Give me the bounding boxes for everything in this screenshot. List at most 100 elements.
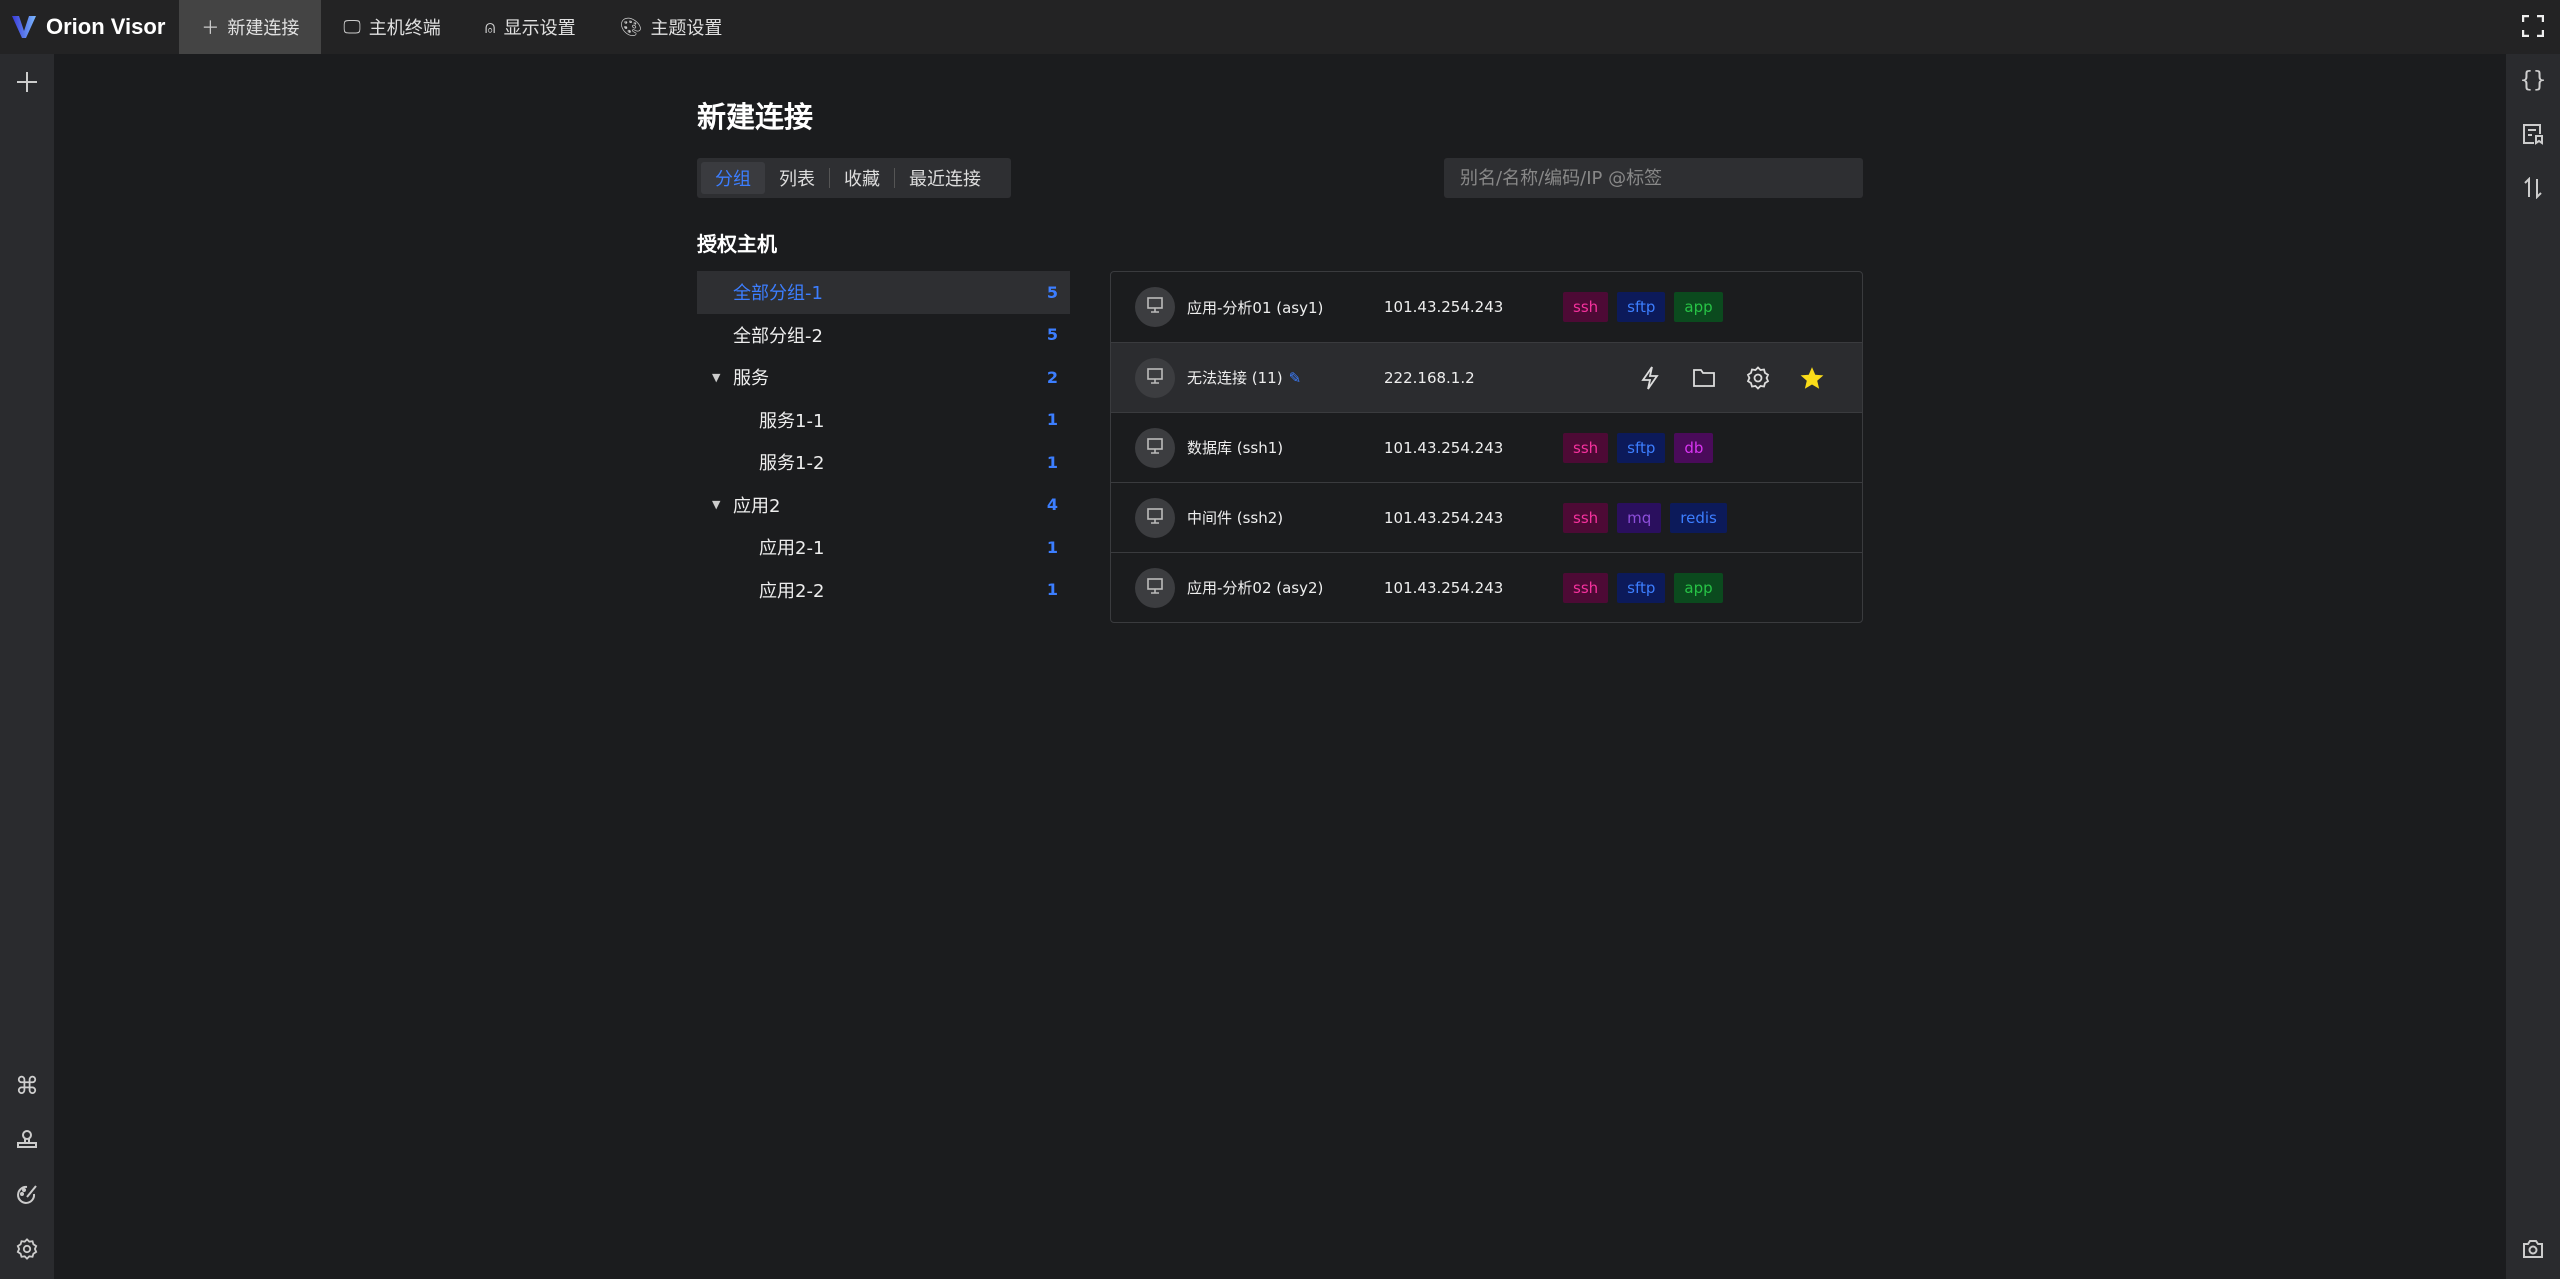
tree-node[interactable]: 服务1-2 1	[697, 441, 1070, 484]
host-ip: 101.43.254.243	[1384, 298, 1504, 316]
host-name: 中间件 (ssh2)	[1187, 507, 1283, 528]
command-icon[interactable]: ⌘	[13, 1072, 41, 1100]
fullscreen-icon[interactable]	[2522, 15, 2544, 37]
left-sidebar: ⌘	[0, 54, 54, 1279]
tree-node-count: 1	[1046, 580, 1058, 600]
path-bookmark-icon[interactable]	[2519, 120, 2547, 148]
settings-icon[interactable]	[13, 1235, 41, 1263]
host-avatar	[1135, 427, 1175, 468]
host-ip: 101.43.254.243	[1384, 438, 1504, 457]
caret-down-icon[interactable]: ▼	[712, 371, 720, 384]
host-name: 应用-分析01 (asy1)	[1187, 297, 1323, 318]
tag: ssh	[1563, 572, 1609, 603]
tree-node[interactable]: ▼ 应用2 4	[697, 484, 1070, 527]
palette-icon[interactable]	[13, 1181, 41, 1209]
desktop-icon	[1146, 437, 1164, 459]
right-sidebar: {}	[2506, 54, 2560, 1279]
add-icon[interactable]	[13, 68, 41, 96]
host-actions	[1636, 364, 1826, 392]
host-tags: ssh mq redis	[1563, 502, 1727, 533]
palette-icon: 🎨︎	[619, 16, 643, 38]
tab-display-settings[interactable]: ⍝ 显示设置	[463, 0, 598, 54]
view-tabs: 分组 列表 收藏 最近连接	[697, 158, 1011, 198]
tree-node-label: 全部分组-1	[733, 283, 823, 305]
host-tags: ssh sftp app	[1563, 572, 1723, 603]
page-title: 新建连接	[697, 100, 814, 134]
host-row[interactable]: 应用-分析02 (asy2) 101.43.254.243 ssh sftp app	[1111, 552, 1862, 622]
tag: db	[1674, 432, 1714, 463]
tree-node-label: 全部分组-2	[733, 325, 823, 347]
star-icon[interactable]	[1798, 364, 1826, 392]
tab-theme-settings[interactable]: 🎨︎ 主题设置	[598, 0, 745, 54]
tag: sftp	[1617, 292, 1666, 322]
section-title: 授权主机	[697, 232, 777, 256]
tree-node-label: 应用2-2	[759, 580, 825, 602]
transfer-icon[interactable]	[2519, 174, 2547, 202]
tree-node[interactable]: 全部分组-1 5	[697, 271, 1070, 314]
host-name-text: 应用-分析02 (asy2)	[1187, 579, 1324, 597]
tree-node-label: 服务1-1	[759, 410, 825, 432]
tree-node-label: 应用2-1	[759, 538, 825, 560]
logo-icon	[12, 16, 36, 38]
tree-node[interactable]: 服务1-1 1	[697, 399, 1070, 442]
tag: sftp	[1617, 572, 1666, 603]
tab-list[interactable]: 列表	[765, 162, 829, 194]
search-input[interactable]	[1444, 158, 1863, 198]
host-avatar	[1135, 357, 1175, 398]
desktop-icon: 🖵	[343, 16, 361, 38]
desktop-icon	[1146, 577, 1164, 599]
host-list: 应用-分析01 (asy1) 101.43.254.243 ssh sftp app …	[1110, 271, 1863, 623]
edit-icon[interactable]: ✎	[1289, 369, 1302, 387]
app-logo: Orion Visor	[0, 0, 179, 54]
host-avatar	[1135, 567, 1175, 608]
host-name-text: 数据库 (ssh1)	[1187, 439, 1284, 457]
host-ip: 101.43.254.243	[1384, 578, 1504, 597]
tree-node-count: 1	[1046, 537, 1058, 557]
host-row[interactable]: 中间件 (ssh2) 101.43.254.243 ssh mq redis	[1111, 482, 1862, 552]
snippet-braces-icon[interactable]: {}	[2519, 66, 2547, 94]
host-ip: 101.43.254.243	[1384, 508, 1504, 527]
settings-icon[interactable]	[1744, 364, 1772, 392]
tab-label: 主机终端	[368, 18, 441, 39]
tree-node[interactable]: 应用2-1 1	[697, 526, 1070, 569]
tab-label: 显示设置	[503, 18, 576, 39]
tag: ssh	[1563, 432, 1609, 463]
host-name-text: 应用-分析01 (asy1)	[1187, 298, 1324, 317]
tree-node-count: 1	[1046, 410, 1058, 430]
tag: redis	[1670, 502, 1727, 533]
host-row[interactable]: 数据库 (ssh1) 101.43.254.243 ssh sftp db	[1111, 412, 1862, 482]
tag: ssh	[1563, 502, 1609, 533]
folder-icon[interactable]	[1690, 364, 1718, 392]
tree-node-label: 服务1-2	[759, 453, 825, 475]
tree-node[interactable]: 应用2-2 1	[697, 569, 1070, 612]
tag: sftp	[1617, 432, 1666, 463]
host-name: 无法连接 (11) ✎	[1187, 367, 1301, 388]
host-ip: 222.168.1.2	[1384, 368, 1475, 387]
host-tags: ssh sftp db	[1563, 432, 1714, 463]
stamp-icon: ⍝	[484, 16, 496, 38]
desktop-icon	[1146, 507, 1164, 529]
host-avatar	[1135, 287, 1175, 327]
tab-host-terminal[interactable]: 🖵 主机终端	[321, 0, 462, 54]
tab-new-connection[interactable]: ＋ 新建连接	[179, 0, 322, 54]
screenshot-icon[interactable]	[2519, 1235, 2547, 1263]
desktop-icon	[1146, 367, 1164, 389]
host-row[interactable]: 无法连接 (11) ✎ 222.168.1.2	[1111, 342, 1862, 412]
tree-node[interactable]: ▼ 服务 2	[697, 356, 1070, 399]
tree-node[interactable]: 全部分组-2 5	[697, 314, 1070, 357]
tree-node-label: 应用2	[733, 495, 781, 517]
lightning-icon[interactable]	[1636, 364, 1664, 392]
tree-node-count: 5	[1046, 282, 1058, 302]
tree-node-count: 2	[1046, 367, 1058, 387]
tab-favorites[interactable]: 收藏	[830, 162, 894, 194]
caret-down-icon[interactable]: ▼	[712, 498, 720, 511]
stamp-icon[interactable]	[13, 1126, 41, 1154]
host-row[interactable]: 应用-分析01 (asy1) 101.43.254.243 ssh sftp app	[1111, 272, 1862, 342]
tree-node-count: 1	[1046, 452, 1058, 472]
app-name: Orion Visor	[46, 14, 166, 39]
tab-recent[interactable]: 最近连接	[895, 162, 995, 194]
host-avatar	[1135, 497, 1175, 538]
tab-group[interactable]: 分组	[701, 162, 765, 194]
tab-label: 新建连接	[227, 18, 300, 39]
tree-node-count: 5	[1046, 325, 1058, 345]
